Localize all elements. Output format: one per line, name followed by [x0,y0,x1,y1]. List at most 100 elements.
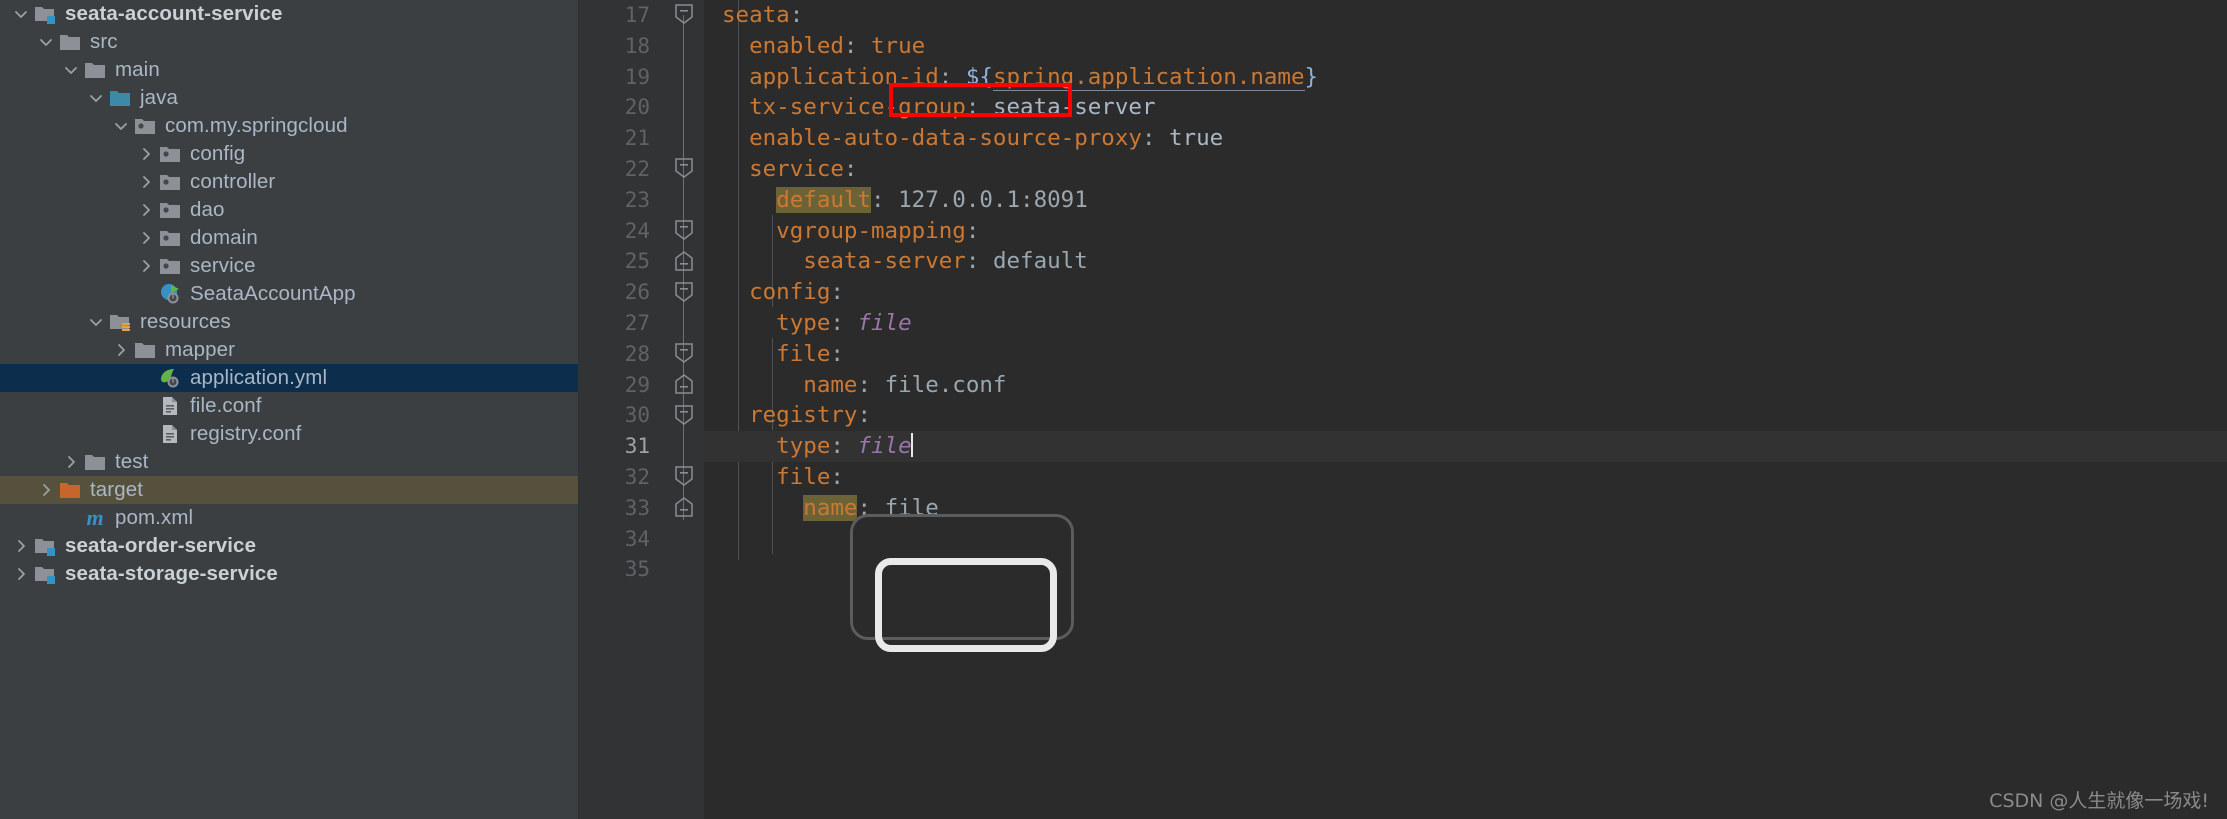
tree-item-label: domain [190,226,258,249]
tree-item-test[interactable]: test [0,448,578,476]
chevron-right-icon[interactable] [35,482,57,498]
tree-item-controller[interactable]: controller [0,168,578,196]
fold-toggle-icon[interactable] [664,339,704,370]
code-token: file [857,433,912,460]
code-line[interactable]: vgroup-mapping: [704,216,2227,247]
tree-item-label: src [90,30,118,53]
code-token: : [938,63,953,90]
tree-item-seata-account-service[interactable]: seata-account-service [0,0,578,28]
code-editor[interactable]: 17 18 19 20 21 22 23 24 25 26 27 28 29 30 31 32 33 34 35 s… [578,0,2227,819]
fold-toggle-icon[interactable] [664,462,704,493]
chevron-down-icon[interactable] [60,62,82,78]
project-tool-window[interactable]: seata-account-service src main java com.my.s… [0,0,578,819]
tree-item-service[interactable]: service [0,252,578,280]
code-line[interactable]: service: [704,154,2227,185]
code-token: : [830,309,844,336]
tree-item-src[interactable]: src [0,28,578,56]
tree-item-registry-conf[interactable]: registry.conf [0,420,578,448]
code-line[interactable]: registry: [704,400,2227,431]
tree-item-seataaccountapp[interactable]: SeataAccountApp [0,280,578,308]
line-number: 24 [624,218,650,243]
tree-item-domain[interactable]: domain [0,224,578,252]
fold-toggle-icon[interactable] [664,493,704,524]
code-folding-gutter[interactable] [664,0,704,819]
tree-item-label: java [140,86,179,109]
chevron-right-icon[interactable] [135,230,157,246]
code-token: type [722,433,831,460]
tree-item-main[interactable]: main [0,56,578,84]
chevron-right-icon[interactable] [60,454,82,470]
code-token: true [871,32,926,59]
code-line[interactable]: tx-service-group: seata-server [704,92,2227,123]
code-token: : [965,94,980,121]
fold-toggle-icon[interactable] [664,370,704,401]
chevron-down-icon[interactable] [85,90,107,106]
chevron-right-icon[interactable] [135,258,157,274]
tree-item-pom-xml[interactable]: m pom.xml [0,504,578,532]
folder-icon [82,59,108,81]
tree-item-seata-order-service[interactable]: seata-order-service [0,532,578,560]
code-token: registry [722,402,858,429]
tree-item-label: seata-order-service [65,534,257,557]
tree-item-seata-storage-service[interactable]: seata-storage-service [0,560,578,588]
code-line[interactable]: default: 127.0.0.1:8091 [704,185,2227,216]
chevron-down-icon[interactable] [35,34,57,50]
code-token: : [857,402,872,429]
line-number: 23 [624,187,650,212]
code-line[interactable]: type: file [704,308,2227,339]
tree-item-target[interactable]: target [0,476,578,504]
tree-item-com-my-springcloud[interactable]: com.my.springcloud [0,112,578,140]
code-line[interactable]: type: file [704,431,2227,462]
code-line[interactable]: enable-auto-data-source-proxy: true [704,123,2227,154]
tree-item-label: service [190,254,256,277]
code-line[interactable]: application-id: ${spring.application.nam… [704,62,2227,93]
chevron-right-icon[interactable] [10,566,32,582]
chevron-down-icon[interactable] [110,118,132,134]
code-line[interactable]: name: file.conf [704,370,2227,401]
fold-toggle-icon[interactable] [664,277,704,308]
tree-item-application-yml[interactable]: application.yml [0,364,578,392]
tree-item-java[interactable]: java [0,84,578,112]
tree-item-config[interactable]: config [0,140,578,168]
chevron-right-icon[interactable] [10,538,32,554]
code-line[interactable]: seata: [704,0,2227,31]
code-token: 127.0.0.1:8091 [898,186,1088,213]
fold-toggle-icon[interactable] [664,216,704,247]
fold-toggle-icon[interactable] [664,246,704,277]
folder-icon [57,31,83,53]
code-area[interactable]: seata: enabled: true application-id: ${s… [704,0,2227,819]
fold-toggle-icon[interactable] [664,0,704,31]
chevron-right-icon[interactable] [135,146,157,162]
tree-item-mapper[interactable]: mapper [0,336,578,364]
tree-item-label: SeataAccountApp [190,282,356,305]
code-token: : [965,217,980,244]
fold-toggle-icon[interactable] [664,400,704,431]
code-line[interactable]: seata-server: default [704,246,2227,277]
package-icon [157,171,183,193]
chevron-down-icon[interactable] [10,6,32,22]
chevron-down-icon[interactable] [85,314,107,330]
chevron-right-icon[interactable] [110,342,132,358]
tree-item-file-conf[interactable]: file.conf [0,392,578,420]
ide-window: seata-account-service src main java com.my.s… [0,0,2227,819]
chevron-right-icon[interactable] [135,174,157,190]
csdn-watermark: CSDN @人生就像一场戏! [1989,790,2209,812]
chevron-right-icon[interactable] [135,202,157,218]
tree-item-label: com.my.springcloud [165,114,348,137]
code-line[interactable]: enabled: true [704,31,2227,62]
tree-item-dao[interactable]: dao [0,196,578,224]
code-line[interactable]: config: [704,277,2227,308]
code-token: enable-auto-data-source-proxy [722,125,1142,152]
code-line[interactable]: file: [704,462,2227,493]
code-token: default [776,186,872,213]
tree-item-label: application.yml [190,366,328,389]
code-line[interactable]: file: [704,339,2227,370]
tree-item-resources[interactable]: resources [0,308,578,336]
code-token: default [992,248,1088,275]
fold-toggle-icon[interactable] [664,154,704,185]
